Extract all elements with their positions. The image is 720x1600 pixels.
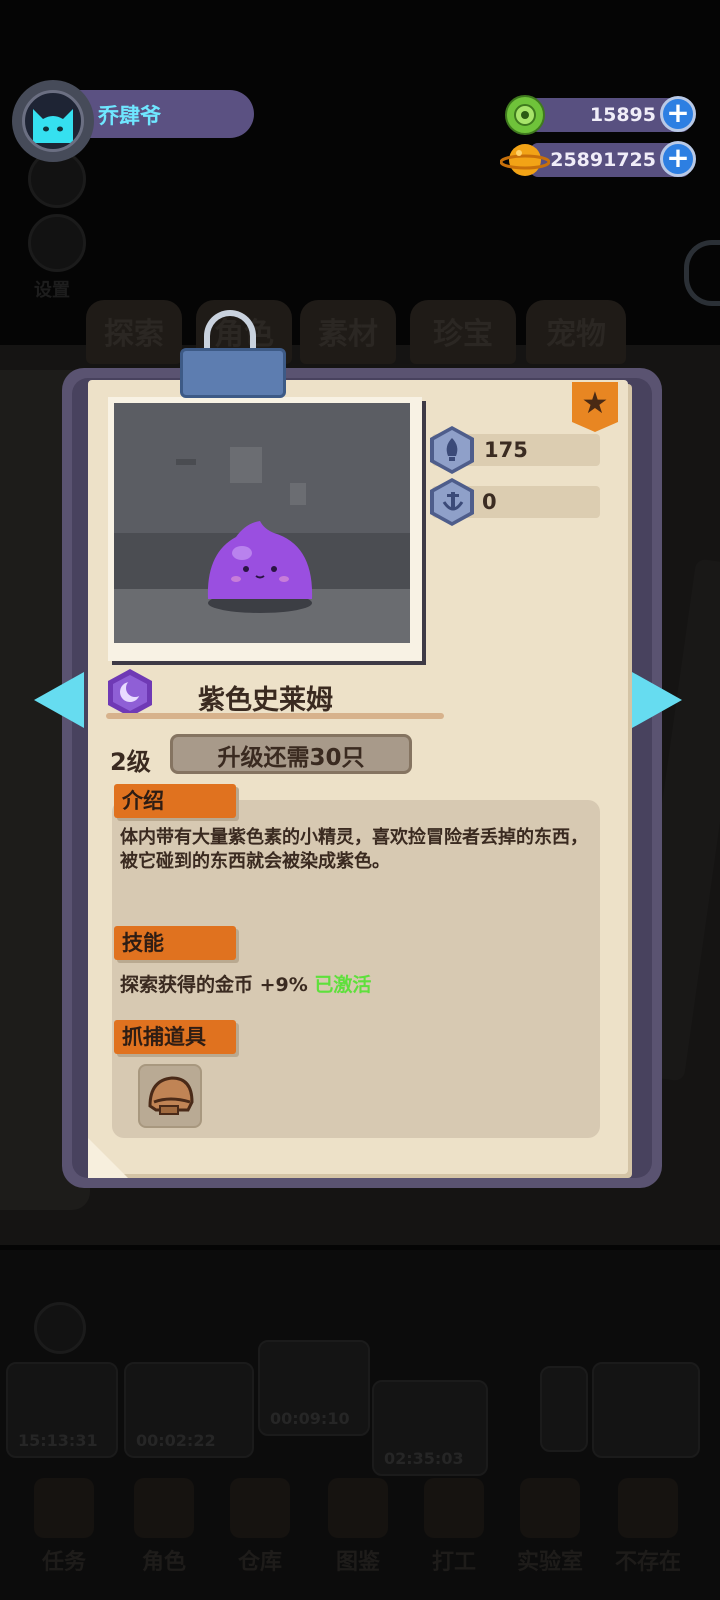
bg-nav-item: 打工: [414, 1478, 494, 1578]
pet-name: 紫色史莱姆: [198, 685, 333, 716]
attack-value: 175: [484, 438, 528, 462]
bg-nav-item: 角色: [124, 1478, 204, 1578]
intro-title: 介绍: [114, 784, 236, 818]
tool-title: 抓捕道具: [114, 1020, 236, 1054]
bg-tab-explore: 探索: [86, 300, 182, 364]
capture-tool-slot[interactable]: [138, 1064, 202, 1128]
bg-nav-item: 仓库: [220, 1478, 300, 1578]
bg-nav-item: 实验室: [510, 1478, 590, 1578]
paper-fold: [88, 1138, 128, 1178]
pet-level: 2级: [110, 748, 151, 776]
add-planet-button[interactable]: +: [660, 141, 696, 177]
purple-slime-image: [114, 403, 410, 643]
bg-nav-item: 任务: [24, 1478, 104, 1578]
skill-text: 探索获得的金币 +9%: [120, 974, 308, 996]
bg-nav-item: 图鉴: [318, 1478, 398, 1578]
skill-title: 技能: [114, 926, 236, 960]
star-icon: ★: [581, 386, 609, 421]
pet-photo: [114, 403, 410, 643]
rocket-icon: [444, 438, 460, 466]
currency-value-donut: 15895: [589, 104, 656, 126]
bg-slot: 00:09:10: [258, 1340, 370, 1436]
defense-value: 0: [482, 490, 497, 514]
avatar[interactable]: [22, 90, 84, 152]
add-donut-button[interactable]: +: [660, 96, 696, 132]
binder-clip-icon: [180, 348, 286, 398]
name-underline: [106, 713, 444, 719]
bg-slot: 00:02:22: [124, 1362, 254, 1458]
bg-slot: 15:13:31: [6, 1362, 118, 1458]
next-pet-arrow-icon[interactable]: [632, 672, 682, 728]
bg-tab-material: 素材: [300, 300, 396, 364]
bg-nav-item: 不存在: [608, 1478, 688, 1578]
bg-slot: 02:35:03: [372, 1380, 488, 1476]
player-name: 乔肆爷: [98, 104, 161, 128]
skill-line: 探索获得的金币 +9% 已激活: [120, 970, 371, 997]
bg-settings-icon: [28, 214, 86, 272]
bg-slot: [592, 1362, 700, 1458]
bg-tab-pet: 宠物: [526, 300, 626, 364]
upgrade-requirement-text: 升级还需30只: [217, 745, 365, 771]
bg-slot: [540, 1366, 588, 1452]
currency-value-planet: 25891725: [550, 149, 656, 171]
bg-clip-icon: [684, 240, 720, 306]
bg-tab-treasure: 珍宝: [410, 300, 516, 364]
bg-settings-label: 设置: [34, 280, 70, 301]
previous-pet-arrow-icon[interactable]: [34, 672, 84, 728]
bg-check-icon: [34, 1302, 86, 1354]
intro-text: 体内带有大量紫色素的小精灵，喜欢捡冒险者丢掉的东西，被它碰到的东西就会被染成紫色…: [120, 827, 588, 872]
helmet-icon: [148, 1076, 194, 1115]
cat-avatar-icon: [33, 109, 73, 143]
anchor-icon: [442, 490, 464, 518]
skill-status: 已激活: [314, 974, 372, 996]
